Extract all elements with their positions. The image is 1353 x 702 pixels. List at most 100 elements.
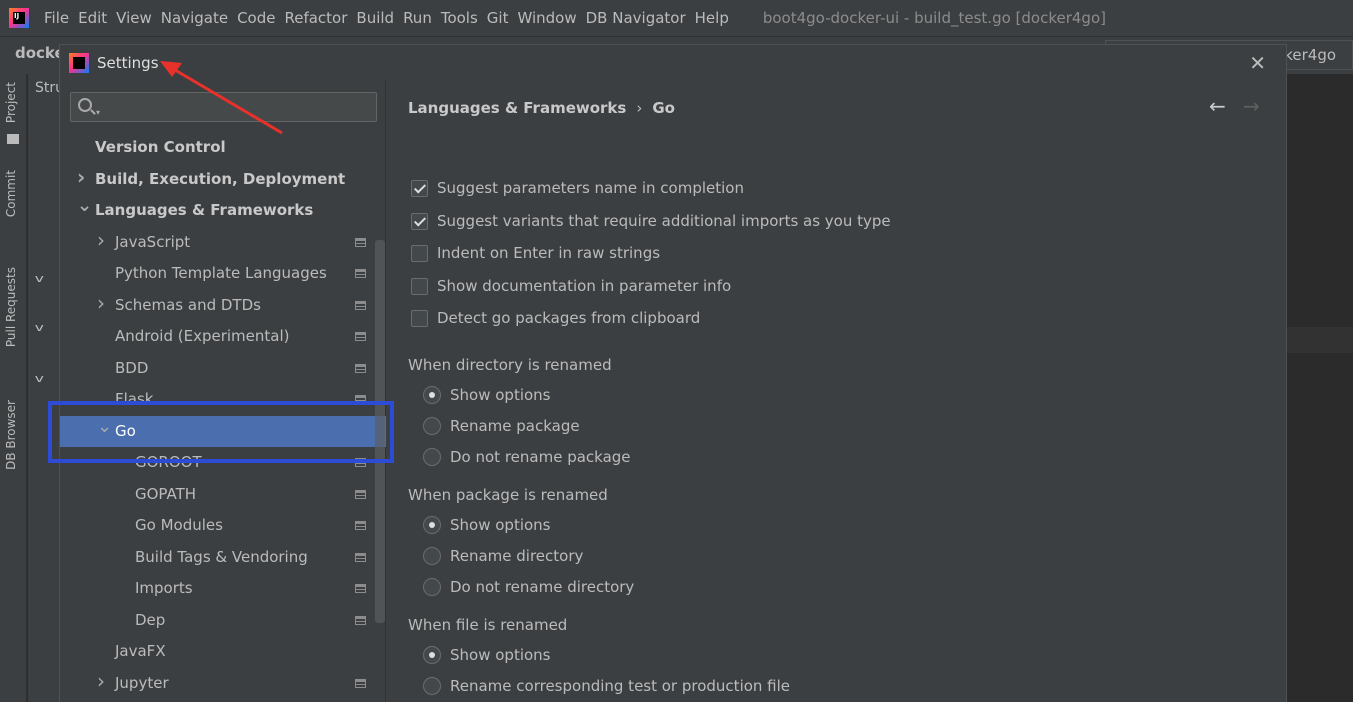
menu-edit[interactable]: Edit	[77, 9, 107, 27]
tree-item[interactable]: Imports	[60, 573, 386, 604]
option-checkbox[interactable]: Detect go packages from clipboard	[411, 306, 700, 330]
radio-option[interactable]: Show options	[423, 513, 551, 537]
chevron-right-icon[interactable]: ›	[97, 225, 105, 256]
option-checkbox[interactable]: Suggest variants that require additional…	[411, 209, 891, 233]
project-settings-icon	[355, 678, 366, 688]
checkbox-label: Show documentation in parameter info	[437, 277, 732, 295]
search-input[interactable]	[107, 96, 367, 118]
tree-item[interactable]: ⌄ Go	[60, 415, 386, 447]
strip-db-browser[interactable]: DB Browser	[4, 400, 18, 470]
tree-item[interactable]: Build Tags & Vendoring	[60, 542, 386, 573]
tree-item[interactable]: › JavaScript	[60, 227, 386, 258]
tree-item-label: Dep	[135, 610, 166, 629]
menu-file[interactable]: File	[43, 9, 69, 27]
tree-item[interactable]: GOPATH	[60, 479, 386, 510]
menubar: IJ File Edit View Navigate Code Refactor…	[0, 0, 1353, 36]
chevron-down-icon[interactable]: v	[35, 321, 44, 334]
chevron-down-icon[interactable]: v	[35, 272, 44, 285]
back-arrow-icon[interactable]: ←	[1209, 94, 1226, 118]
radio-button-icon[interactable]	[423, 516, 441, 534]
tree-item[interactable]: Version Control	[60, 132, 386, 163]
dialog-title: Settings	[97, 53, 159, 72]
checkbox-icon[interactable]	[411, 244, 428, 262]
tree-item-label: BDD	[115, 358, 149, 377]
tree-item[interactable]: › Schemas and DTDs	[60, 290, 386, 321]
chevron-right-icon[interactable]: ›	[97, 666, 105, 697]
tree-item[interactable]: GOROOT	[60, 447, 386, 478]
radio-option[interactable]: Do not rename package	[423, 445, 631, 469]
checkbox-icon[interactable]	[411, 277, 428, 295]
tree-item[interactable]: ⌄ Languages & Frameworks	[60, 195, 386, 226]
radio-button-icon[interactable]	[423, 386, 441, 404]
menu-view[interactable]: View	[115, 9, 152, 27]
menu-navigate[interactable]: Navigate	[160, 9, 228, 27]
breadcrumb-item: Go	[652, 99, 675, 117]
menu-db-navigator[interactable]: DB Navigator	[585, 9, 686, 27]
checkbox-icon[interactable]	[411, 212, 428, 230]
radio-button-icon[interactable]	[423, 677, 441, 695]
chevron-down-icon[interactable]: ▾	[96, 108, 100, 117]
menu-run[interactable]: Run	[402, 9, 432, 27]
tree-item[interactable]: Android (Experimental)	[60, 321, 386, 352]
chevron-down-icon[interactable]: ⌄	[97, 411, 112, 442]
chevron-right-icon[interactable]: ›	[77, 162, 85, 193]
breadcrumb-item[interactable]: Languages & Frameworks	[408, 99, 626, 117]
strip-pull-requests[interactable]: Pull Requests	[4, 267, 18, 347]
tree-item-label: Imports	[135, 579, 193, 597]
editor-current-line	[1287, 327, 1353, 353]
menu-help[interactable]: Help	[694, 9, 729, 27]
forward-arrow-icon[interactable]: →	[1243, 94, 1260, 118]
chevron-right-icon[interactable]: ›	[97, 288, 105, 319]
tree-item-label: GOROOT	[135, 453, 202, 471]
tree-item[interactable]: Python Template Languages	[60, 258, 386, 289]
strip-project[interactable]: Project	[4, 82, 18, 123]
chevron-down-icon[interactable]: v	[35, 372, 44, 385]
radio-button-icon[interactable]	[423, 448, 441, 466]
tree-item[interactable]: Dep	[60, 605, 386, 636]
radio-group-label: When package is renamed	[408, 486, 608, 504]
tree-item-label: Version Control	[95, 138, 226, 156]
editor-area	[1287, 106, 1353, 702]
tree-item-label: Languages & Frameworks	[95, 201, 314, 219]
radio-option[interactable]: Rename corresponding test or production …	[423, 674, 790, 698]
project-settings-icon	[355, 332, 366, 341]
dialog-titlebar[interactable]: Settings ✕	[60, 45, 1286, 80]
menu-refactor[interactable]: Refactor	[283, 9, 347, 27]
radio-option[interactable]: Show options	[423, 643, 551, 667]
menu-code[interactable]: Code	[236, 9, 275, 27]
tree-item-label: Build Tags & Vendoring	[135, 547, 308, 566]
chevron-down-icon[interactable]: ⌄	[77, 190, 92, 221]
strip-commit[interactable]: Commit	[4, 170, 18, 217]
tree-item-label: Build, Execution, Deployment	[95, 169, 346, 188]
tree-item[interactable]: JavaFX	[60, 636, 386, 667]
tree-item[interactable]: › Jupyter	[60, 668, 386, 699]
radio-option[interactable]: Rename directory	[423, 544, 583, 568]
menu-tools[interactable]: Tools	[440, 9, 478, 27]
option-checkbox[interactable]: Indent on Enter in raw strings	[411, 241, 660, 265]
checkbox-label: Suggest parameters name in completion	[437, 179, 744, 197]
checkbox-icon[interactable]	[411, 179, 428, 197]
radio-option[interactable]: Show options	[423, 383, 551, 407]
radio-option[interactable]: Do not rename directory	[423, 575, 634, 599]
radio-button-icon[interactable]	[423, 578, 441, 596]
option-checkbox[interactable]: Show documentation in parameter info	[411, 274, 731, 298]
radio-option[interactable]: Rename package	[423, 414, 580, 438]
option-checkbox[interactable]: Suggest parameters name in completion	[411, 176, 744, 200]
radio-button-icon[interactable]	[423, 646, 441, 664]
menu-git[interactable]: Git	[486, 9, 509, 27]
menu-window[interactable]: Window	[516, 9, 576, 27]
radio-label: Show options	[450, 516, 551, 534]
radio-label: Rename package	[450, 417, 580, 435]
menu-build[interactable]: Build	[355, 9, 394, 27]
close-icon[interactable]: ✕	[1249, 51, 1266, 75]
radio-button-icon[interactable]	[423, 417, 441, 435]
search-field[interactable]: ▾	[70, 92, 377, 122]
tree-scrollbar[interactable]	[375, 240, 385, 623]
breadcrumb-separator: ›	[636, 99, 643, 117]
tree-item[interactable]: Go Modules	[60, 510, 386, 541]
radio-button-icon[interactable]	[423, 547, 441, 565]
tree-item[interactable]: › Build, Execution, Deployment	[60, 164, 386, 195]
checkbox-icon[interactable]	[411, 309, 428, 327]
tree-item[interactable]: BDD	[60, 353, 386, 384]
project-settings-icon	[355, 269, 366, 278]
